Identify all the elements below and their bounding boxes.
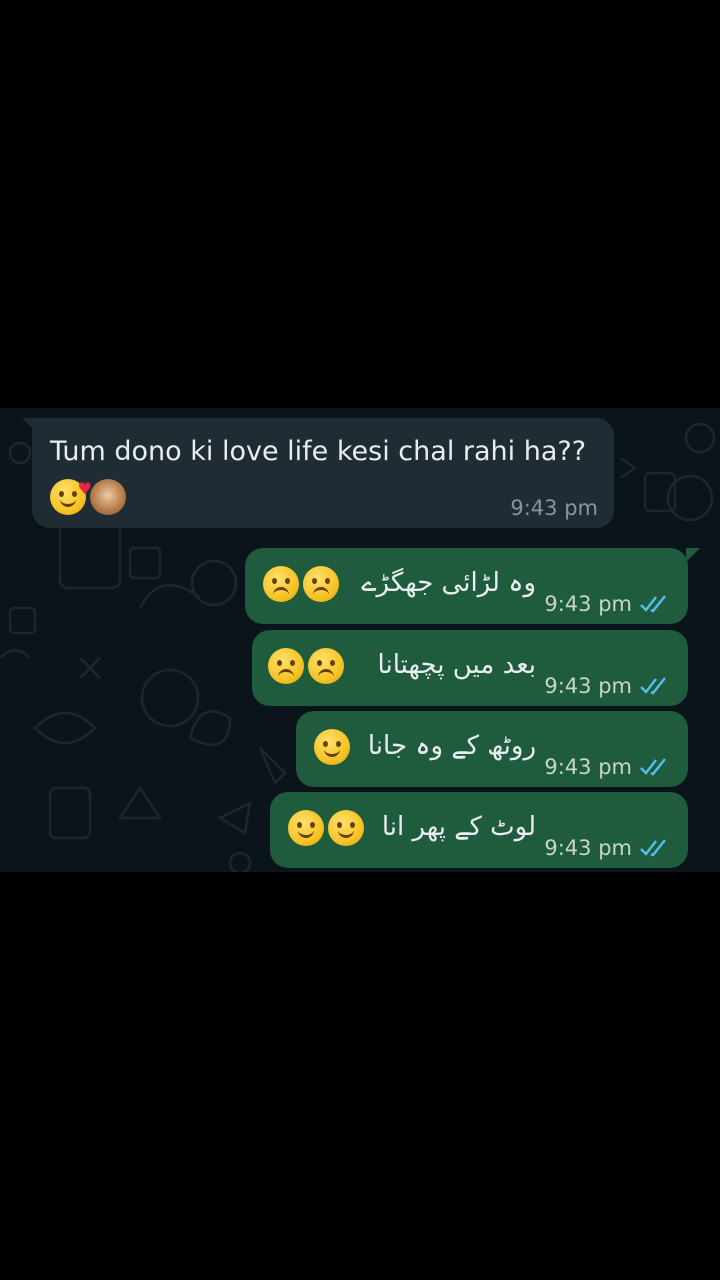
incoming-message[interactable]: Tum dono ki love life kesi chal rahi ha?…: [22, 418, 614, 528]
message-emojis: [314, 725, 354, 765]
message-time: 9:43 pm: [510, 496, 598, 520]
outgoing-message[interactable]: وہ لڑائی جھگڑے 9:43 pm: [245, 548, 700, 624]
message-meta: 9:43 pm: [544, 592, 670, 616]
double-check-read-icon: [640, 677, 666, 695]
outgoing-message[interactable]: بعد میں پچھتانا 9:43 pm: [252, 630, 688, 706]
outgoing-message[interactable]: روٹھ کے وہ جانا 9:43 pm: [296, 711, 688, 787]
double-check-read-icon: [640, 595, 666, 613]
bubble-tail: [22, 418, 36, 432]
message-emojis: [288, 806, 368, 846]
double-check-read-icon: [640, 839, 666, 857]
message-text: بعد میں پچھتانا: [377, 650, 536, 680]
message-text: لوٹ کے پھر انا: [381, 812, 536, 842]
smiling-face-with-hearts-icon: [50, 471, 92, 515]
see-no-evil-monkey-icon: [90, 478, 126, 515]
outgoing-message[interactable]: لوٹ کے پھر انا 9:43 pm: [270, 792, 688, 868]
message-emojis: [268, 644, 348, 684]
pensive-face-icon: [314, 728, 350, 765]
slightly-frowning-face-icon: [303, 565, 339, 602]
face-with-tears-of-joy-icon: [328, 809, 364, 846]
chat-area: Tum dono ki love life kesi chal rahi ha?…: [0, 408, 720, 872]
message-meta: 9:43 pm: [544, 836, 670, 860]
bubble-tail: [686, 548, 700, 562]
winking-face-with-tongue-icon: [288, 809, 324, 846]
message-emojis: [50, 471, 130, 515]
tired-face-icon: [263, 565, 299, 602]
face-holding-back-tears-icon: [308, 647, 344, 684]
double-check-read-icon: [640, 758, 666, 776]
message-time: 9:43 pm: [544, 755, 632, 779]
message-text: روٹھ کے وہ جانا: [367, 731, 536, 761]
message-emojis: [263, 562, 343, 602]
message-time: 9:43 pm: [544, 674, 632, 698]
message-meta: 9:43 pm: [544, 674, 670, 698]
message-text: وہ لڑائی جھگڑے: [361, 568, 536, 598]
message-time: 9:43 pm: [544, 592, 632, 616]
message-time: 9:43 pm: [544, 836, 632, 860]
message-meta: 9:43 pm: [544, 755, 670, 779]
pleading-face-icon: [268, 647, 304, 684]
message-text: Tum dono ki love life kesi chal rahi ha?…: [50, 436, 587, 467]
